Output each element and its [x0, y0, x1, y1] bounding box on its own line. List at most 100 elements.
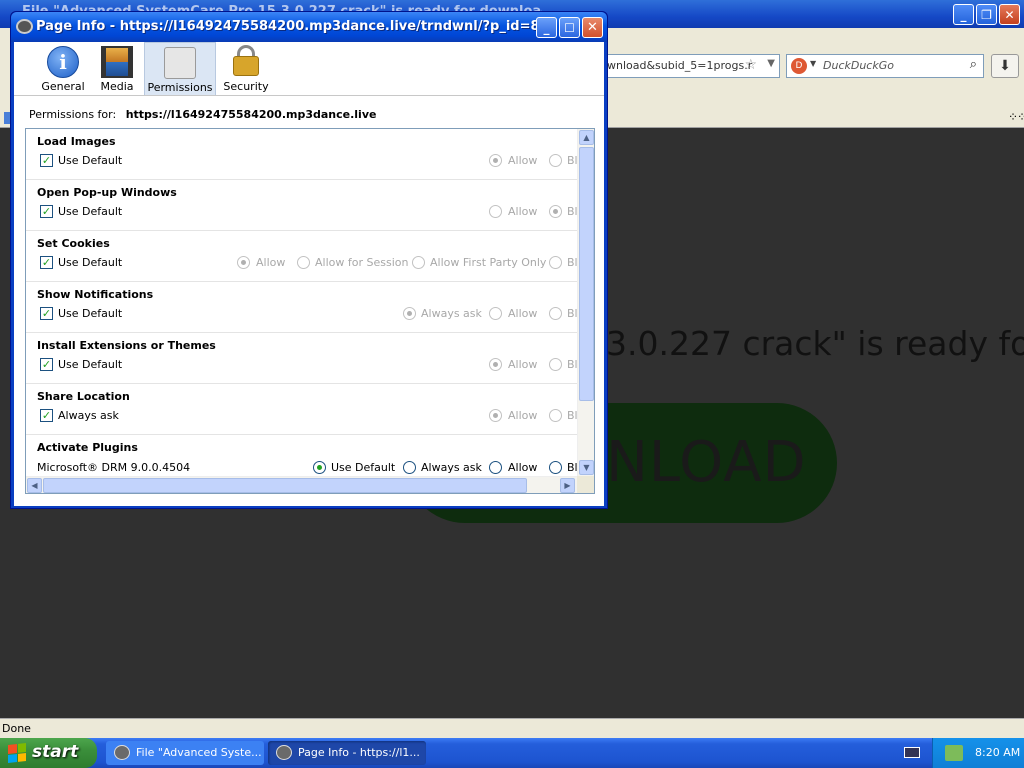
- taskbar-item-page-info[interactable]: Page Info - https://l1...: [268, 741, 426, 765]
- minimize-icon[interactable]: _: [536, 17, 557, 38]
- use-default-checkbox[interactable]: ✓: [40, 358, 53, 371]
- scroll-down-icon[interactable]: ▼: [579, 460, 594, 475]
- page-info-dialog: Page Info - https://l16492475584200.mp3d…: [10, 11, 608, 509]
- grid-menu-icon[interactable]: ⁘⁘: [1008, 110, 1024, 124]
- vertical-scroll-thumb[interactable]: [579, 147, 594, 401]
- tab-label: Security: [223, 80, 269, 93]
- allow-radio[interactable]: [489, 154, 502, 167]
- permission-title: Set Cookies: [37, 237, 110, 250]
- permissions-list: Load Images ✓ Use Default Allow Bl Open …: [25, 128, 595, 494]
- permission-title: Share Location: [37, 390, 130, 403]
- vertical-scrollbar[interactable]: ▲ ▼: [577, 129, 594, 477]
- checkbox-label: Use Default: [58, 307, 123, 320]
- close-icon[interactable]: ✕: [582, 17, 603, 38]
- radio-label: Bl: [567, 154, 577, 167]
- allow-radio[interactable]: [489, 409, 502, 422]
- tab-media[interactable]: Media: [97, 42, 137, 95]
- scroll-up-icon[interactable]: ▲: [579, 130, 594, 145]
- horizontal-scroll-thumb[interactable]: [43, 478, 527, 493]
- radio-label: Always ask: [421, 461, 482, 474]
- allow-radio[interactable]: [489, 307, 502, 320]
- background-window-controls: _ ❐ ✕: [953, 4, 1020, 25]
- checkbox-label: Use Default: [58, 256, 123, 269]
- dialog-titlebar[interactable]: Page Info - https://l16492475584200.mp3d…: [11, 12, 607, 42]
- use-default-checkbox[interactable]: ✓: [40, 205, 53, 218]
- block-radio[interactable]: [549, 358, 562, 371]
- radio-label: Allow for Session: [315, 256, 409, 269]
- status-text: Done: [2, 722, 31, 735]
- use-default-checkbox[interactable]: ✓: [40, 154, 53, 167]
- allow-radio[interactable]: [489, 358, 502, 371]
- taskbar-item-label: File "Advanced Syste...: [136, 746, 262, 759]
- taskbar-item-firefox[interactable]: File "Advanced Syste...: [106, 741, 264, 765]
- close-icon[interactable]: ✕: [999, 4, 1020, 25]
- url-bar[interactable]: wnload&subid_5=1progs.r ☆ ▼: [600, 54, 780, 78]
- permission-title: Load Images: [37, 135, 116, 148]
- downloads-button[interactable]: ⬇: [991, 54, 1019, 78]
- radio-label: Bl: [567, 205, 577, 218]
- dialog-title: Page Info - https://l16492475584200.mp3d…: [36, 19, 536, 34]
- scroll-right-icon[interactable]: ▶: [560, 478, 575, 493]
- network-icon[interactable]: [945, 745, 963, 761]
- block-radio[interactable]: [549, 154, 562, 167]
- firefox-icon: [276, 745, 292, 760]
- keyboard-icon[interactable]: [904, 747, 920, 758]
- duckduckgo-icon[interactable]: D: [791, 58, 807, 74]
- allow-radio[interactable]: [237, 256, 250, 269]
- tab-permissions[interactable]: Permissions: [144, 42, 216, 95]
- checkbox-label: Use Default: [58, 205, 123, 218]
- start-label: start: [32, 742, 79, 762]
- start-button[interactable]: start: [0, 738, 97, 768]
- radio-label: Allow: [508, 461, 538, 474]
- download-arrow-icon: ⬇: [999, 58, 1011, 74]
- horizontal-scrollbar[interactable]: ◀ ▶: [26, 476, 577, 493]
- block-radio[interactable]: [549, 409, 562, 422]
- engine-dropdown-icon[interactable]: ▼: [810, 59, 816, 68]
- scroll-left-icon[interactable]: ◀: [27, 478, 42, 493]
- search-icon[interactable]: ⌕: [970, 57, 977, 72]
- scrollbar-corner: [577, 476, 594, 493]
- tab-security[interactable]: Security: [222, 42, 270, 95]
- permission-title: Open Pop-up Windows: [37, 186, 177, 199]
- permission-row-notifications: Show Notifications ✓ Use Default Always …: [26, 282, 577, 333]
- tab-general[interactable]: i General: [40, 42, 86, 95]
- use-default-checkbox[interactable]: ✓: [40, 256, 53, 269]
- radio-label: Bl: [567, 256, 577, 269]
- tab-bar: i General Media Permissions Security: [14, 42, 604, 96]
- url-dropdown-icon[interactable]: ▼: [767, 58, 775, 69]
- dialog-body: i General Media Permissions Security Per…: [14, 42, 604, 506]
- maximize-icon[interactable]: ☐: [559, 17, 580, 38]
- allow-radio[interactable]: [489, 205, 502, 218]
- use-default-radio[interactable]: [313, 461, 326, 474]
- clock[interactable]: 8:20 AM: [975, 746, 1020, 759]
- always-ask-radio[interactable]: [403, 307, 416, 320]
- radio-label: Allow: [508, 307, 538, 320]
- allow-session-radio[interactable]: [297, 256, 310, 269]
- search-input[interactable]: D ▼ DuckDuckGo ⌕: [786, 54, 984, 78]
- tab-label: Permissions: [147, 81, 213, 94]
- checkbox-label: Always ask: [58, 409, 119, 422]
- radio-label: Allow: [508, 358, 538, 371]
- always-ask-radio[interactable]: [403, 461, 416, 474]
- radio-label: Allow: [256, 256, 286, 269]
- use-default-checkbox[interactable]: ✓: [40, 307, 53, 320]
- allow-radio[interactable]: [489, 461, 502, 474]
- block-radio[interactable]: [549, 205, 562, 218]
- minimize-icon[interactable]: _: [953, 4, 974, 25]
- page-headline: 3.0.227 crack" is ready for: [606, 324, 1024, 363]
- restore-icon[interactable]: ❐: [976, 4, 997, 25]
- block-radio[interactable]: [549, 307, 562, 320]
- permission-title: Activate Plugins: [37, 441, 138, 454]
- radio-label: Always ask: [421, 307, 482, 320]
- bookmark-star-icon[interactable]: ☆: [744, 57, 757, 73]
- windows-logo-icon: [8, 743, 26, 763]
- radio-label: Allow: [508, 154, 538, 167]
- firefox-icon: [114, 745, 130, 760]
- taskbar: start File "Advanced Syste... Page Info …: [0, 738, 1024, 768]
- allow-first-party-radio[interactable]: [412, 256, 425, 269]
- dialog-window-controls: _ ☐ ✕: [536, 17, 603, 38]
- block-radio[interactable]: [549, 256, 562, 269]
- always-ask-checkbox[interactable]: ✓: [40, 409, 53, 422]
- block-radio[interactable]: [549, 461, 562, 474]
- media-icon: [101, 46, 133, 78]
